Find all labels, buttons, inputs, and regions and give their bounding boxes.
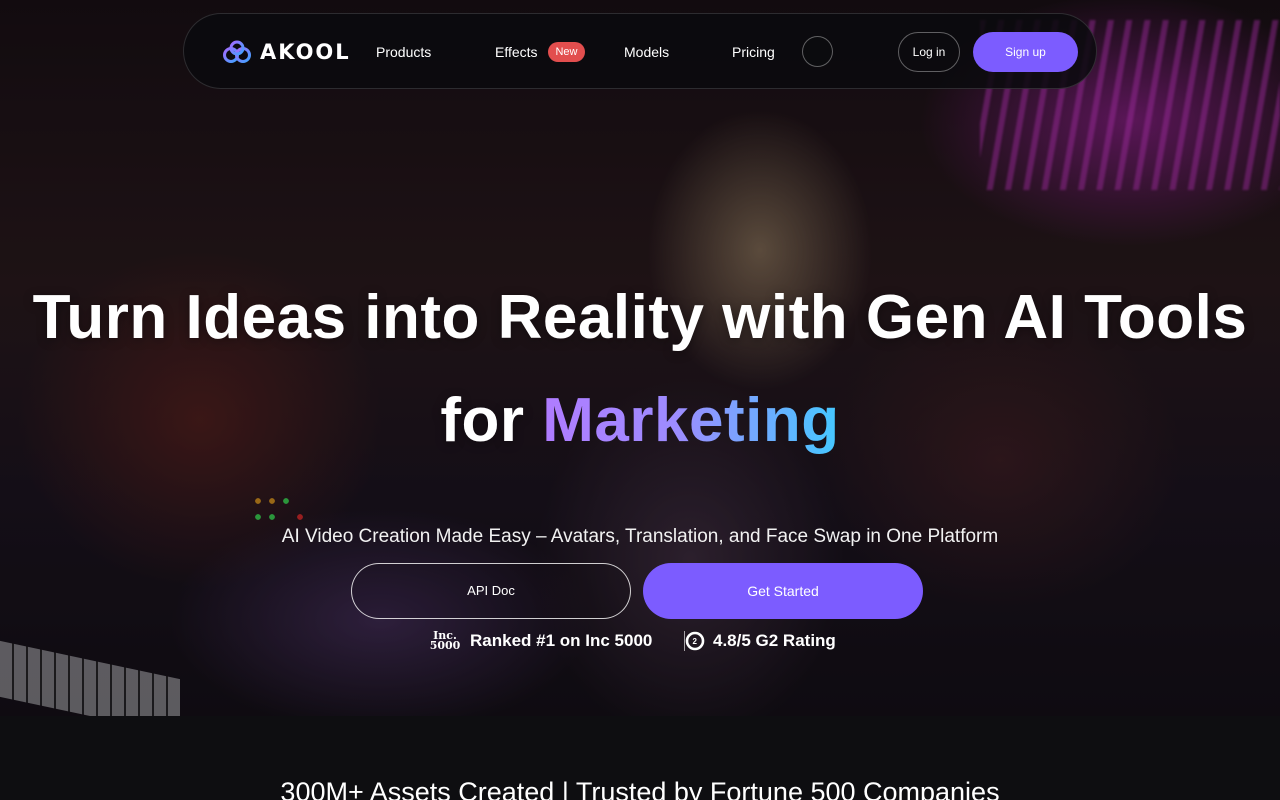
brand-logo[interactable]: AKOOL (222, 38, 351, 66)
brand-name: AKOOL (260, 40, 351, 64)
svg-text:2: 2 (693, 637, 698, 646)
hero-headline-line2: for Marketing (0, 385, 1280, 457)
headline-highlight: Marketing (542, 386, 840, 455)
top-navbar: AKOOL Products Effects New Models Pricin… (183, 13, 1097, 89)
hero-subtitle: AI Video Creation Made Easy – Avatars, T… (281, 526, 999, 547)
nav-circle-button[interactable] (802, 36, 833, 67)
headline-prefix: for (440, 386, 525, 455)
new-badge: New (548, 42, 585, 62)
trust-text: 300M+ Assets Created | Trusted by Fortun… (280, 777, 1000, 800)
g2-rating-text: 4.8/5 G2 Rating (713, 631, 836, 650)
nav-item-products[interactable]: Products (376, 42, 431, 62)
nav-item-effects[interactable]: Effects (495, 42, 538, 62)
inc-5000-logo: Inc. 5000 (429, 629, 461, 652)
inc-ranking-text: Ranked #1 on Inc 5000 (470, 631, 653, 650)
g2-rating: 2 4.8/5 G2 Rating (685, 629, 836, 653)
login-button[interactable]: Log in (898, 32, 960, 72)
inc-ranking: Inc. 5000 Ranked #1 on Inc 5000 (428, 629, 653, 653)
g2-icon: 2 (685, 631, 705, 651)
hero-background (0, 0, 1280, 716)
nav-item-pricing[interactable]: Pricing (732, 42, 775, 62)
get-started-button[interactable]: Get Started (643, 563, 923, 619)
akool-logo-icon (223, 40, 251, 63)
api-doc-button[interactable]: API Doc (351, 563, 631, 619)
nav-item-models[interactable]: Models (624, 42, 669, 62)
hero-headline-line1: Turn Ideas into Reality with Gen AI Tool… (32, 283, 1248, 352)
signup-button[interactable]: Sign up (973, 32, 1078, 72)
